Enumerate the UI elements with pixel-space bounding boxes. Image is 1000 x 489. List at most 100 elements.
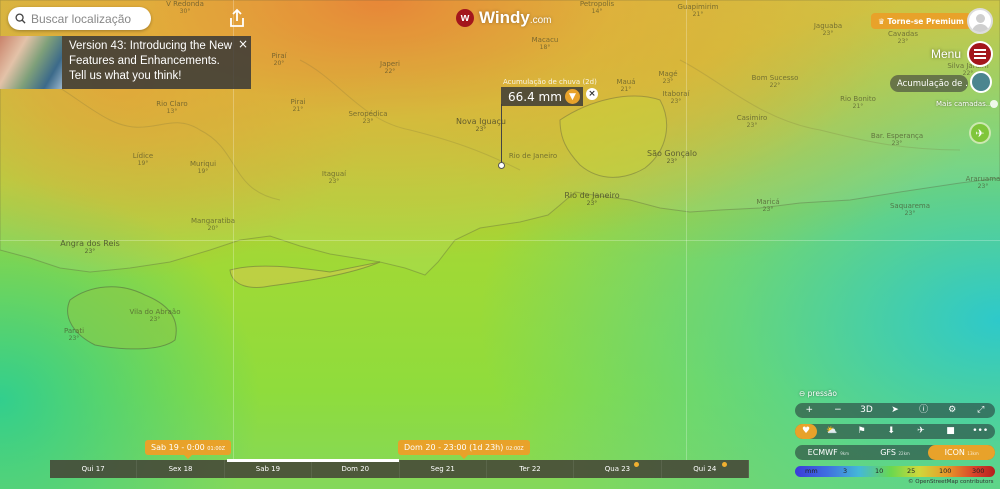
favorites-heart-icon[interactable]: ♥ <box>795 424 817 439</box>
version-notice[interactable]: Version 43: Introducing the New Features… <box>0 36 251 89</box>
place-label[interactable]: V Redonda 30° <box>166 0 204 16</box>
legend-tick: 3 <box>843 467 848 475</box>
download-icon[interactable]: ⬇ <box>876 424 906 439</box>
sun-icon <box>721 462 727 467</box>
location-arrow-icon[interactable]: ➤ <box>881 403 910 418</box>
place-label[interactable]: Mauá 21° <box>616 78 635 94</box>
place-label[interactable]: Maricá 23° <box>756 198 779 214</box>
search-box[interactable] <box>8 7 151 30</box>
place-label[interactable]: Saquarema 23° <box>890 202 930 218</box>
current-layer-button[interactable]: Acumulação de ... <box>890 75 968 92</box>
place-label[interactable]: Angra dos Reis 23° <box>60 240 120 256</box>
place-label[interactable]: Pirai 21° <box>290 98 305 114</box>
logo-mark: w <box>456 9 474 27</box>
airplane-icon[interactable]: ✈ <box>969 122 991 144</box>
zoom-in-button[interactable]: + <box>795 403 824 418</box>
place-label[interactable]: Piraí 20° <box>271 52 286 68</box>
place-label[interactable]: Seropédica 23° <box>348 110 387 126</box>
zoom-out-button[interactable]: − <box>824 403 853 418</box>
place-label[interactable]: Rio de Janeiro 23° <box>564 192 619 208</box>
brand-name: Windy <box>479 8 530 27</box>
model-gfs[interactable]: GFS 22km <box>862 448 929 457</box>
sun-icon <box>634 462 640 467</box>
place-label[interactable]: Parati 23° <box>64 327 84 343</box>
premium-button[interactable]: ♛ Torne-se Premium <box>871 13 971 29</box>
more-icon[interactable]: ••• <box>965 424 995 439</box>
place-label[interactable]: Bar. Esperança 23° <box>871 132 923 148</box>
timeline-day[interactable]: Qui 17 <box>50 460 138 478</box>
search-input[interactable] <box>31 11 141 26</box>
place-label[interactable]: Guapimirim 21° <box>678 3 719 19</box>
map-attribution[interactable]: © OpenStreetMap contributors <box>908 479 993 485</box>
brand-suffix: .com <box>529 15 552 26</box>
airplane-icon[interactable]: ✈ <box>906 424 936 439</box>
place-label[interactable]: Lídice 19° <box>133 152 153 168</box>
place-label[interactable]: Itaguaí 23° <box>322 170 346 186</box>
timeline-current-bubble[interactable]: Dom 20 - 23:00 (1d 23h) 02:00Z <box>398 440 530 459</box>
windy-logo[interactable]: w Windy.com <box>456 8 552 28</box>
map-toolbar: + − 3D ➤ ⓘ ⚙ ⤢ <box>795 403 995 418</box>
info-icon[interactable]: ⓘ <box>909 403 938 418</box>
avatar[interactable] <box>967 8 993 34</box>
timeline-day[interactable]: Ter 22 <box>487 460 575 478</box>
menu-label[interactable]: Menu <box>931 47 961 61</box>
model-icon[interactable]: ICON 13km <box>928 445 996 460</box>
map-canvas[interactable]: V Redonda 30° Petropolis 14° Guapimirim 21°… <box>0 0 1000 489</box>
color-legend[interactable]: mm 3 10 25 100 300 <box>795 466 995 477</box>
more-layers-link[interactable]: Mais camadas... <box>936 100 992 108</box>
timeline-range-bar[interactable] <box>227 459 399 462</box>
place-label[interactable]: Jaguaba 23° <box>814 22 842 38</box>
picker-location-dot[interactable] <box>498 162 505 169</box>
model-ecmwf[interactable]: ECMWF 9km <box>795 448 862 457</box>
close-icon[interactable]: × <box>238 37 248 51</box>
timeline[interactable]: Qui 17 Sex 18 Sab 19 Dom 20 Seg 21 Ter 2… <box>50 460 749 478</box>
place-label[interactable]: Muriqui 19° <box>190 160 216 176</box>
place-label[interactable]: Magé 23° <box>658 70 677 86</box>
timeline-day[interactable]: Seg 21 <box>400 460 487 478</box>
place-label[interactable]: Rio Claro 13° <box>156 100 187 116</box>
place-label[interactable]: São Gonçalo 23° <box>647 150 697 166</box>
place-label[interactable]: Vila do Abraão 23° <box>130 308 181 324</box>
more-layers-icon[interactable] <box>990 100 998 108</box>
share-icon[interactable] <box>228 8 246 28</box>
place-label[interactable]: Petropolis 14° <box>580 0 614 16</box>
webcam-icon[interactable]: ■ <box>936 424 966 439</box>
legend-tick: 25 <box>907 467 916 475</box>
timeline-day[interactable]: Sab 19 <box>225 460 313 478</box>
timeline-start-bubble[interactable]: Sab 19 - 0:00 01:00Z <box>145 440 232 459</box>
timeline-day[interactable]: Qui 24 <box>662 460 749 478</box>
grid-line <box>686 0 687 460</box>
place-label[interactable]: Macacu 18° <box>532 36 559 52</box>
picker-stem <box>501 104 502 165</box>
hamburger-icon <box>974 49 986 51</box>
place-label[interactable]: Rio Bonito 21° <box>840 95 876 111</box>
timeline-day[interactable]: Qua 23 <box>574 460 662 478</box>
timeline-day[interactable]: Sex 18 <box>137 460 225 478</box>
place-label[interactable]: Nova Iguaçu 23° <box>456 118 506 134</box>
chevron-down-icon[interactable]: ▼ <box>565 89 580 104</box>
place-label[interactable]: Japeri 22° <box>380 60 400 76</box>
menu-button[interactable] <box>967 41 993 67</box>
place-label[interactable]: Casimiro 23° <box>737 114 768 130</box>
place-label[interactable]: Cavadas 23° <box>888 30 918 46</box>
close-icon[interactable]: × <box>586 88 598 100</box>
picker-location-label: Rio de Janeiro <box>508 152 558 160</box>
place-label[interactable]: Araruama 23° <box>966 175 1000 191</box>
rain-accumulation-icon[interactable] <box>970 71 992 93</box>
fullscreen-icon[interactable]: ⤢ <box>966 403 995 418</box>
settings-icon[interactable]: ⚙ <box>938 403 967 418</box>
notice-text[interactable]: Version 43: Introducing the New Features… <box>62 36 251 89</box>
pressure-toggle[interactable]: ⊖ pressão <box>799 389 837 398</box>
place-label[interactable]: Itaboraí 23° <box>663 90 690 106</box>
search-icon <box>15 13 26 24</box>
flag-icon[interactable]: ⚑ <box>847 424 877 439</box>
picker-caption: Acumulação de chuva (2d) <box>503 78 597 86</box>
place-label[interactable]: Bom Sucesso 22° <box>752 74 799 90</box>
layer-toolbar: ♥ ⛅ ⚑ ⬇ ✈ ■ ••• <box>795 424 995 439</box>
timeline-day[interactable]: Dom 20 <box>312 460 400 478</box>
notice-thumbnail <box>0 36 62 89</box>
legend-tick: 10 <box>875 467 884 475</box>
weather-icon[interactable]: ⛅ <box>817 424 847 439</box>
3d-button[interactable]: 3D <box>852 403 881 418</box>
place-label[interactable]: Mangaratiba 20° <box>191 217 235 233</box>
